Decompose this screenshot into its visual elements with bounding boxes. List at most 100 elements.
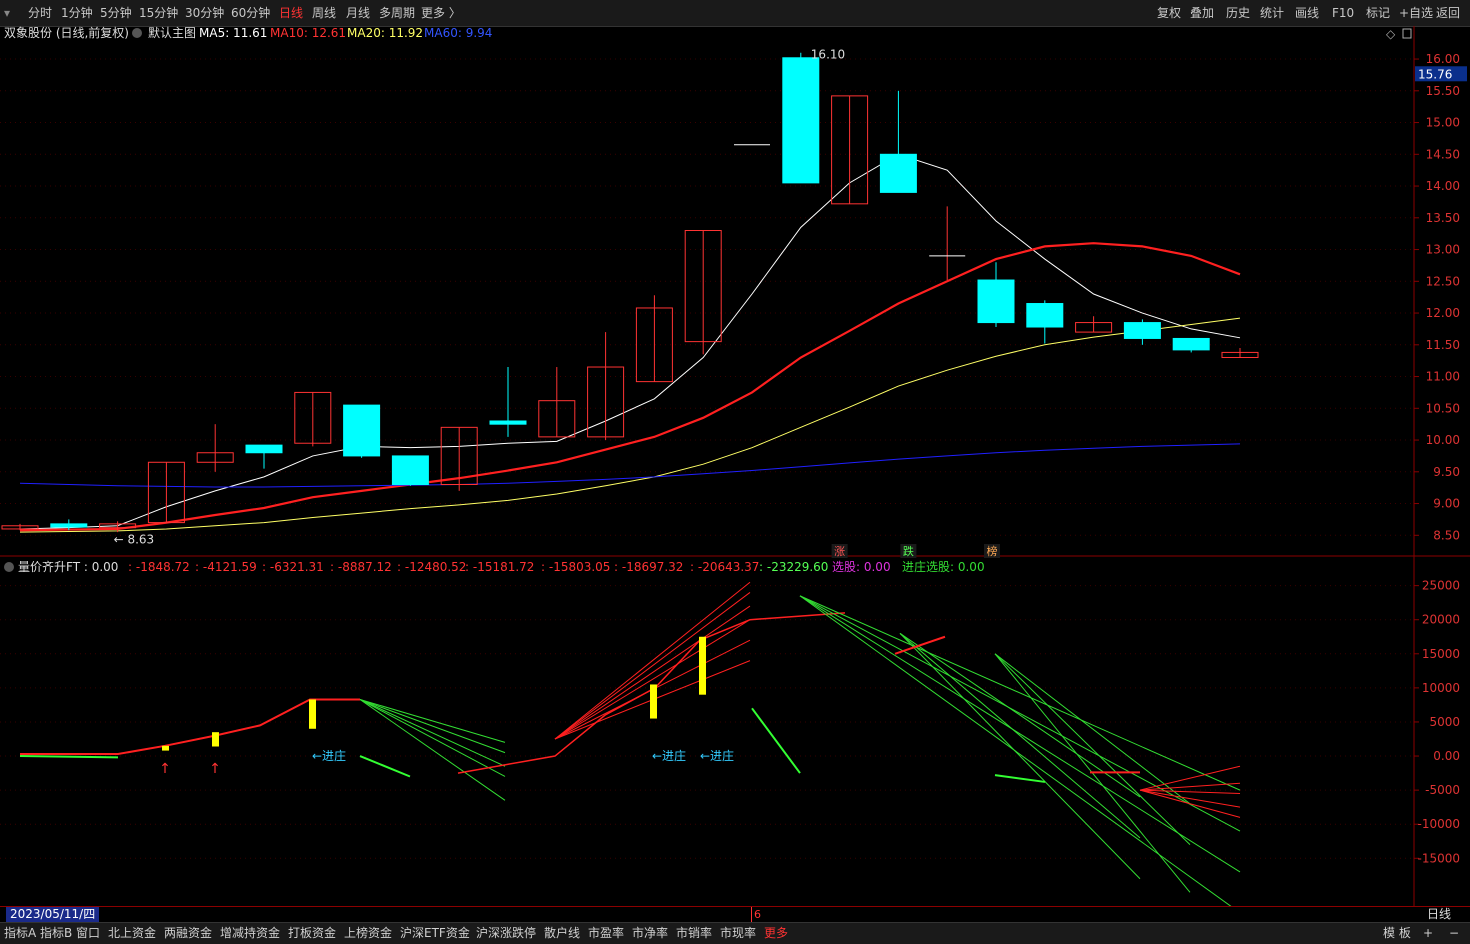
toolbar-period-6[interactable]: 日线 [279, 4, 303, 22]
candle-body [245, 444, 283, 454]
sub-red-seg [894, 635, 946, 655]
toolbar-period-7[interactable]: 周线 [312, 4, 336, 22]
indicator-value-6: : -15803.05 [541, 560, 610, 574]
sub-green-seg4 [994, 774, 1046, 783]
bottom-tab-0[interactable]: 指标A [4, 925, 36, 942]
jinzhuang-signal-2: ←进庄 [700, 748, 734, 763]
indicator-toggle-icon [4, 562, 14, 572]
bottom-tab-9[interactable]: 沪深涨跌停 [476, 925, 536, 942]
ma-line-ma20 [19, 317, 1241, 533]
sub-y-tick-label: 5000 [1429, 715, 1460, 729]
bottom-tab-5[interactable]: 增减持资金 [220, 925, 280, 942]
cursor-marker: 6 [751, 907, 761, 922]
toolbar-period-4[interactable]: 30分钟 [185, 4, 224, 22]
bottom-toolbar: 指标A 指标B 窗口 北上资金 两融资金 增减持资金 打板资金 上榜资金 沪深ETF资金 沪深涨跌… [0, 922, 1470, 944]
indicator-value-2: : -6321.31 [262, 560, 324, 574]
sub-fan-green [359, 699, 506, 767]
bottom-right-btn-0[interactable]: 模 板 [1383, 925, 1411, 942]
y-tick-label: 12.50 [1426, 274, 1460, 288]
toolbar-action-0[interactable]: 复权 [1157, 4, 1181, 22]
sub-fan-red [554, 619, 751, 740]
y-tick-label: 11.50 [1426, 338, 1460, 352]
cursor-date: 2023/05/11/四 [6, 907, 100, 922]
sub-green-seg [19, 755, 119, 759]
y-tick-label: 10.50 [1426, 401, 1460, 415]
top-toolbar: ▾ 分时 1分钟 5分钟 15分钟 30分钟 60分钟 日线 周线 月线 多周期 更多 〉 复权 叠加历… [0, 0, 1470, 27]
toolbar-action-6[interactable]: 标记 [1366, 4, 1390, 22]
toolbar-action-2[interactable]: 历史 [1226, 4, 1250, 22]
ma-line-ma60 [19, 443, 1241, 488]
bottom-tab-1[interactable]: 指标B [40, 925, 72, 942]
sub-green-seg3 [751, 707, 801, 774]
toolbar-period-9[interactable]: 多周期 [379, 4, 415, 22]
bottom-tab-7[interactable]: 上榜资金 [344, 925, 392, 942]
xuangu-label: 选股: 0.00 [832, 560, 891, 574]
toolbar-period-0[interactable]: 分时 [28, 4, 52, 22]
sub-y-tick-label: -10000 [1417, 817, 1460, 831]
window-icon [1402, 28, 1412, 39]
signal-bar-3 [650, 684, 657, 719]
toolbar-period-1[interactable]: 1分钟 [61, 4, 93, 22]
bottom-tab-15[interactable]: 更多 [764, 925, 788, 942]
toolbar-period-5[interactable]: 60分钟 [231, 4, 270, 22]
candle-body [879, 153, 917, 193]
bottom-tab-4[interactable]: 两融资金 [164, 925, 212, 942]
toolbar-action-3[interactable]: 统计 [1260, 4, 1284, 22]
candle-body [489, 420, 527, 425]
sub-fan-green [359, 698, 506, 743]
toolbar-action-8[interactable]: 返回 [1436, 4, 1460, 22]
candle-body [1026, 303, 1064, 328]
signal-bar-0 [162, 745, 169, 751]
candle-body [1123, 322, 1161, 339]
y-tick-label: 9.50 [1433, 465, 1460, 479]
bottom-tab-14[interactable]: 市现率 [720, 925, 756, 942]
indicator-value-8: : -20643.37 [690, 560, 759, 574]
marker-2: 榜 [987, 544, 998, 558]
main-stock-title: 双象股份 (日线,前复权) [4, 26, 129, 40]
indicator-value-9: : -23229.60 [759, 560, 828, 574]
bottom-tab-2[interactable]: 窗口 [76, 925, 100, 942]
toolbar-action-1[interactable]: 叠加 [1190, 4, 1214, 22]
bottom-tab-10[interactable]: 散户线 [544, 925, 580, 942]
ma20-label: MA20: 11.92 [347, 26, 423, 40]
menu-icon[interactable]: ▾ [4, 4, 10, 22]
sub-y-tick-label: -15000 [1417, 851, 1460, 865]
sub-fan-green-2 [799, 595, 1232, 906]
ma5-label: MA5: 11.61 [199, 26, 267, 40]
toolbar-action-7[interactable]: +自选 [1399, 4, 1433, 22]
period-label: 日线 [1427, 907, 1452, 921]
indicator-value-3: : -8887.12 [330, 560, 392, 574]
toolbar-action-4[interactable]: 画线 [1295, 4, 1319, 22]
bottom-tab-12[interactable]: 市净率 [632, 925, 668, 942]
bottom-right-btn-2[interactable]: − [1449, 925, 1459, 942]
sub-y-tick-label: 25000 [1422, 579, 1460, 593]
bottom-tab-6[interactable]: 打板资金 [288, 925, 336, 942]
y-tick-label: 15.00 [1426, 116, 1460, 130]
chart-area[interactable]: 8.50 9.00 9.50 10.00 10.50 11.00 11.50 12.00 12.… [0, 26, 1470, 906]
date-axis: 2023/05/11/四 6 日线 [0, 906, 1470, 923]
toolbar-period-2[interactable]: 5分钟 [100, 4, 132, 22]
sub-y-tick-label: -5000 [1425, 783, 1460, 797]
sub-y-tick-label: 0.00 [1433, 749, 1460, 763]
sub-fan-green-2 [799, 595, 1241, 873]
bottom-right-btn-1[interactable]: + [1423, 925, 1433, 942]
y-tick-label: 11.00 [1426, 370, 1460, 384]
jinzhuang-label: 进庄选股: 0.00 [902, 559, 985, 574]
bottom-tab-11[interactable]: 市盈率 [588, 925, 624, 942]
buy-arrow-1: ↑ [209, 761, 221, 777]
indicator-value-0: : -1848.72 [128, 560, 190, 574]
price-tag: 15.76 [1418, 67, 1452, 81]
toolbar-period-10[interactable]: 更多 〉 [421, 4, 461, 22]
bottom-tab-13[interactable]: 市销率 [676, 925, 712, 942]
sub-fan-green-3 [899, 632, 1141, 839]
ma-line-ma5 [19, 153, 1241, 530]
y-tick-label: 8.50 [1433, 528, 1460, 542]
bottom-tab-8[interactable]: 沪深ETF资金 [400, 925, 470, 942]
bottom-tab-3[interactable]: 北上资金 [108, 925, 156, 942]
signal-bar-4 [699, 636, 706, 695]
marker-0: 涨 [834, 545, 845, 558]
sub-fan-green-4 [994, 653, 1191, 846]
toolbar-period-3[interactable]: 15分钟 [139, 4, 178, 22]
toolbar-period-8[interactable]: 月线 [346, 4, 370, 22]
toolbar-action-5[interactable]: F10 [1332, 4, 1354, 22]
